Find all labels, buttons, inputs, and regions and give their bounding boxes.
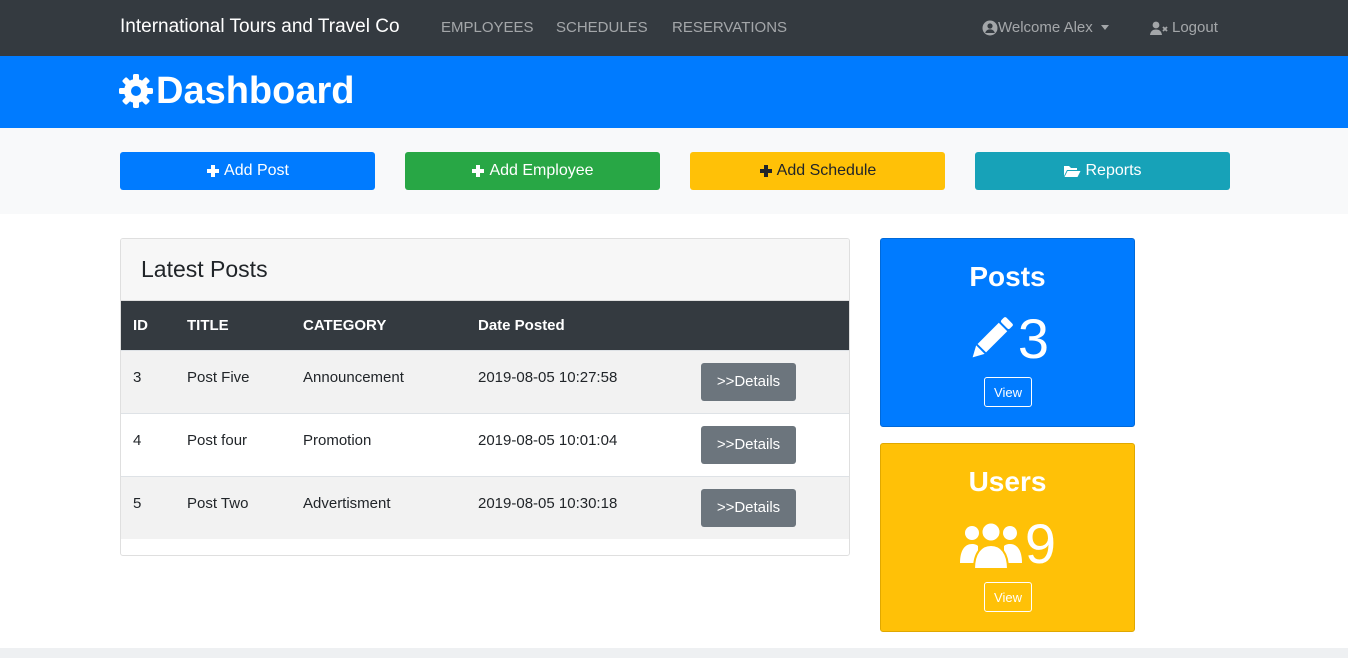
posts-count: 3 (1017, 307, 1050, 370)
posts-stat-card: Posts 3 View (880, 238, 1135, 427)
cell-id: 4 (133, 431, 142, 449)
cell-id: 3 (133, 368, 142, 386)
cell-actions: >>Details (689, 350, 849, 413)
cell-category: Promotion (303, 431, 372, 449)
cell-title: Post Five (187, 368, 250, 386)
page-bottom-edge (0, 648, 1348, 658)
brand-link[interactable]: International Tours and Travel Co (120, 16, 400, 38)
gear-icon (119, 74, 153, 108)
cell-title: Post four (187, 431, 248, 449)
users-stat-card: Users 9 View (880, 443, 1135, 632)
cell-category: Advertisment (303, 494, 391, 512)
column-header-date: Date Posted (478, 316, 565, 334)
latest-posts-card: Latest Posts ID TITLE CATEGORY Date Post… (120, 238, 850, 556)
cell-category: Announcement (303, 368, 404, 386)
welcome-label: Welcome Alex (998, 19, 1093, 36)
table-row: 5 Post Two Advertisment 2019-08-05 10:30… (121, 476, 849, 539)
user-dropdown[interactable]: Welcome Alex (982, 19, 1109, 36)
page-title: Dashboard (118, 68, 354, 114)
cell-actions: >>Details (689, 476, 849, 539)
logout-label: Logout (1172, 19, 1218, 36)
users-count: 9 (1024, 512, 1057, 575)
nav-schedules[interactable]: SCHEDULES (556, 19, 648, 36)
table-row: 3 Post Five Announcement 2019-08-05 10:2… (121, 350, 849, 413)
column-header-title: TITLE (187, 316, 229, 334)
cell-date: 2019-08-05 10:27:58 (478, 368, 618, 386)
add-post-button[interactable]: Add Post (120, 152, 375, 190)
cell-date: 2019-08-05 10:30:18 (478, 494, 618, 512)
reports-button[interactable]: Reports (975, 152, 1230, 190)
cell-title: Post Two (187, 494, 249, 512)
latest-posts-header: Latest Posts (121, 239, 849, 301)
add-post-label: Add Post (224, 162, 289, 179)
users-view-button[interactable]: View (984, 582, 1032, 612)
table-row: 4 Post four Promotion 2019-08-05 10:01:0… (121, 413, 849, 476)
plus-icon (759, 165, 772, 177)
page-header: Dashboard (0, 56, 1348, 128)
folder-open-icon (1064, 166, 1081, 177)
users-icon (959, 521, 1022, 569)
page-title-text: Dashboard (156, 70, 355, 112)
cell-actions: >>Details (689, 413, 849, 476)
plus-icon (207, 165, 220, 177)
posts-view-button[interactable]: View (984, 377, 1032, 407)
pencil-icon (972, 317, 1013, 358)
add-schedule-label: Add Schedule (776, 162, 877, 179)
column-header-category: CATEGORY (303, 316, 387, 334)
column-header-id: ID (133, 316, 148, 334)
details-button[interactable]: >>Details (701, 488, 796, 527)
add-employee-button[interactable]: Add Employee (405, 152, 660, 190)
table-header-row: ID TITLE CATEGORY Date Posted (121, 301, 849, 350)
users-stat-title: Users (968, 466, 1047, 497)
posts-table: ID TITLE CATEGORY Date Posted 3 Post Fiv… (121, 301, 849, 539)
reports-label: Reports (1085, 162, 1142, 179)
navbar: International Tours and Travel Co EMPLOY… (0, 0, 1348, 56)
details-button[interactable]: >>Details (701, 362, 796, 401)
cell-date: 2019-08-05 10:01:04 (478, 431, 618, 449)
action-bar: Add Post Add Employee Add Schedule Repor… (0, 128, 1348, 214)
add-schedule-button[interactable]: Add Schedule (690, 152, 945, 190)
user-times-icon (1150, 21, 1168, 35)
logout-link[interactable]: Logout (1149, 19, 1218, 36)
column-header-actions (689, 301, 849, 350)
add-employee-label: Add Employee (489, 162, 594, 179)
posts-stat-value: 3 (881, 311, 1134, 367)
cell-id: 5 (133, 494, 142, 512)
users-stat-value: 9 (881, 516, 1134, 572)
nav-reservations[interactable]: RESERVATIONS (672, 19, 787, 36)
user-circle-icon (982, 20, 998, 35)
latest-posts-title: Latest Posts (141, 256, 268, 282)
plus-icon (472, 165, 485, 177)
posts-stat-title: Posts (969, 261, 1046, 292)
chevron-down-icon (1100, 25, 1109, 30)
details-button[interactable]: >>Details (701, 425, 796, 464)
nav-employees[interactable]: EMPLOYEES (441, 19, 534, 36)
